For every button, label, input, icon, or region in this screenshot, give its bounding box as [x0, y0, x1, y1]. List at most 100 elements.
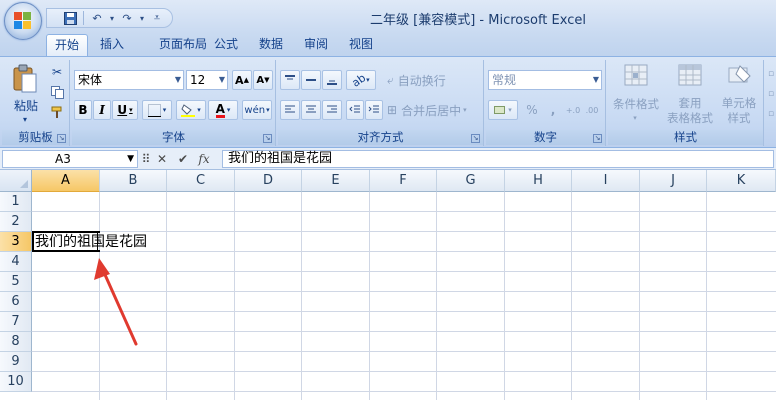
ribbon: 粘贴 ▾ ✂ 剪贴板 ↘ 宋体 ▼ 12 ▼ A▲ A▼ B I U▾ ▾: [0, 56, 776, 148]
row-header-6[interactable]: 6: [0, 292, 32, 312]
increase-decimal-button[interactable]: +.0: [564, 100, 582, 120]
red-arrow-annotation: [94, 258, 138, 346]
row-header-10[interactable]: 10: [0, 372, 32, 392]
tab-home[interactable]: 开始: [46, 34, 88, 56]
tab-view[interactable]: 视图: [340, 34, 382, 56]
borders-button[interactable]: ▾: [142, 100, 172, 120]
grow-font-button[interactable]: A ▲: [232, 70, 252, 90]
column-header-i[interactable]: I: [572, 170, 640, 192]
font-color-button[interactable]: A ▾: [208, 100, 238, 120]
phonetic-button[interactable]: wén ▾: [242, 100, 272, 120]
row-header-3[interactable]: 3: [0, 232, 32, 252]
number-format-combo[interactable]: 常规 ▼: [488, 70, 602, 90]
increase-indent-icon[interactable]: [365, 100, 383, 120]
column-header-d[interactable]: D: [235, 170, 302, 192]
paste-dropdown-icon[interactable]: ▾: [18, 114, 32, 124]
cell-a3[interactable]: 我们的祖国是花园: [35, 232, 147, 252]
cell-styles-label-2[interactable]: 样式: [718, 111, 760, 125]
accounting-format-icon[interactable]: ▾: [488, 100, 518, 120]
cut-icon[interactable]: ✂: [48, 63, 66, 81]
align-middle-icon[interactable]: [301, 70, 321, 90]
underline-button[interactable]: U ▾: [112, 100, 138, 120]
comma-button[interactable]: ,: [544, 100, 562, 120]
row-header-9[interactable]: 9: [0, 352, 32, 372]
font-launcher-icon[interactable]: ↘: [263, 134, 272, 143]
fill-color-button[interactable]: ▾: [176, 100, 206, 120]
title-bar: ↶ ▾ ↷ ▾ ⩡ 二年级 [兼容模式] - Microsoft Excel: [0, 0, 776, 40]
font-group-label: 字体: [72, 130, 275, 145]
align-bottom-icon[interactable]: [322, 70, 342, 90]
format-as-table-icon[interactable]: [678, 64, 702, 86]
formula-controls: ⠿ ✕ ✔ fx: [142, 150, 213, 168]
align-center-icon[interactable]: [301, 100, 321, 120]
row-header-8[interactable]: 8: [0, 332, 32, 352]
cell-styles-icon[interactable]: [728, 64, 752, 86]
office-button[interactable]: [4, 2, 42, 40]
enter-icon[interactable]: ✔: [174, 151, 192, 167]
spreadsheet-grid[interactable]: A B C D E F G H I J K 1 2 3 4 5 6 7 8 9 …: [0, 170, 776, 400]
chevron-down-icon[interactable]: ▾: [628, 112, 642, 124]
paste-icon[interactable]: [12, 64, 38, 94]
row-header-2[interactable]: 2: [0, 212, 32, 232]
row-header-1[interactable]: 1: [0, 192, 32, 212]
number-group: 常规 ▼ ▾ % , +.0 .00 数字 ↘: [486, 60, 606, 146]
italic-button[interactable]: I: [93, 100, 111, 120]
row-header-7[interactable]: 7: [0, 312, 32, 332]
cell-styles-label-1[interactable]: 单元格: [716, 96, 762, 110]
splitter-icon[interactable]: ⠿: [142, 151, 151, 167]
paste-button[interactable]: 粘贴: [4, 96, 48, 114]
column-header-g[interactable]: G: [437, 170, 505, 192]
conditional-format-icon[interactable]: [624, 64, 648, 86]
wrap-text-label: 自动换行: [397, 73, 446, 88]
conditional-format-button[interactable]: 条件格式: [610, 96, 662, 112]
column-header-a[interactable]: A: [32, 170, 100, 192]
select-all-button[interactable]: [0, 170, 32, 192]
column-header-e[interactable]: E: [302, 170, 370, 192]
column-header-j[interactable]: J: [640, 170, 707, 192]
decrease-decimal-button[interactable]: .00: [583, 100, 601, 120]
number-launcher-icon[interactable]: ↘: [593, 134, 602, 143]
name-box[interactable]: A3 ▼: [2, 150, 138, 168]
chevron-down-icon: ▼: [592, 75, 599, 84]
tab-review[interactable]: 审阅: [296, 34, 336, 56]
column-header-k[interactable]: K: [707, 170, 776, 192]
bold-button[interactable]: B: [74, 100, 92, 120]
tab-data[interactable]: 数据: [250, 34, 292, 56]
format-as-table-label-1[interactable]: 套用: [666, 96, 714, 110]
clipboard-launcher-icon[interactable]: ↘: [57, 134, 66, 143]
column-header-c[interactable]: C: [167, 170, 235, 192]
orientation-icon[interactable]: ab ▾: [346, 70, 376, 90]
copy-icon[interactable]: [48, 83, 66, 101]
column-header-b[interactable]: B: [100, 170, 167, 192]
cancel-icon[interactable]: ✕: [153, 151, 171, 167]
alignment-group-label: 对齐方式: [278, 130, 483, 145]
row-header-5[interactable]: 5: [0, 272, 32, 292]
format-painter-icon[interactable]: [48, 103, 66, 121]
align-left-icon[interactable]: [280, 100, 300, 120]
decrease-indent-icon[interactable]: [346, 100, 364, 120]
format-cells-icon[interactable]: ▫: [766, 104, 776, 124]
formula-input[interactable]: 我们的祖国是花园: [222, 150, 774, 168]
tab-insert[interactable]: 插入: [92, 34, 132, 56]
column-header-h[interactable]: H: [505, 170, 572, 192]
number-group-label: 数字: [486, 130, 605, 145]
chevron-down-icon: ▾: [197, 106, 201, 114]
wrap-text-button[interactable]: ⤶ 自动换行: [386, 70, 480, 90]
merge-center-button[interactable]: ⊞ 合并后居中 ▾: [386, 100, 480, 120]
merge-center-label: 合并后居中: [401, 103, 462, 118]
font-name-combo[interactable]: 宋体 ▼: [74, 70, 184, 90]
align-right-icon[interactable]: [322, 100, 342, 120]
insert-cells-icon[interactable]: ▫: [766, 64, 776, 84]
percent-button[interactable]: %: [522, 100, 542, 120]
insert-function-icon[interactable]: fx: [195, 151, 213, 167]
format-as-table-label-2[interactable]: 表格格式: [660, 111, 720, 125]
align-top-icon[interactable]: [280, 70, 300, 90]
delete-cells-icon[interactable]: ▫: [766, 84, 776, 104]
column-header-f[interactable]: F: [370, 170, 437, 192]
tab-formulas[interactable]: 公式: [204, 34, 248, 56]
alignment-launcher-icon[interactable]: ↘: [471, 134, 480, 143]
underline-label: U: [117, 103, 128, 117]
font-size-combo[interactable]: 12 ▼: [186, 70, 228, 90]
shrink-font-button[interactable]: A ▼: [253, 70, 273, 90]
row-header-4[interactable]: 4: [0, 252, 32, 272]
